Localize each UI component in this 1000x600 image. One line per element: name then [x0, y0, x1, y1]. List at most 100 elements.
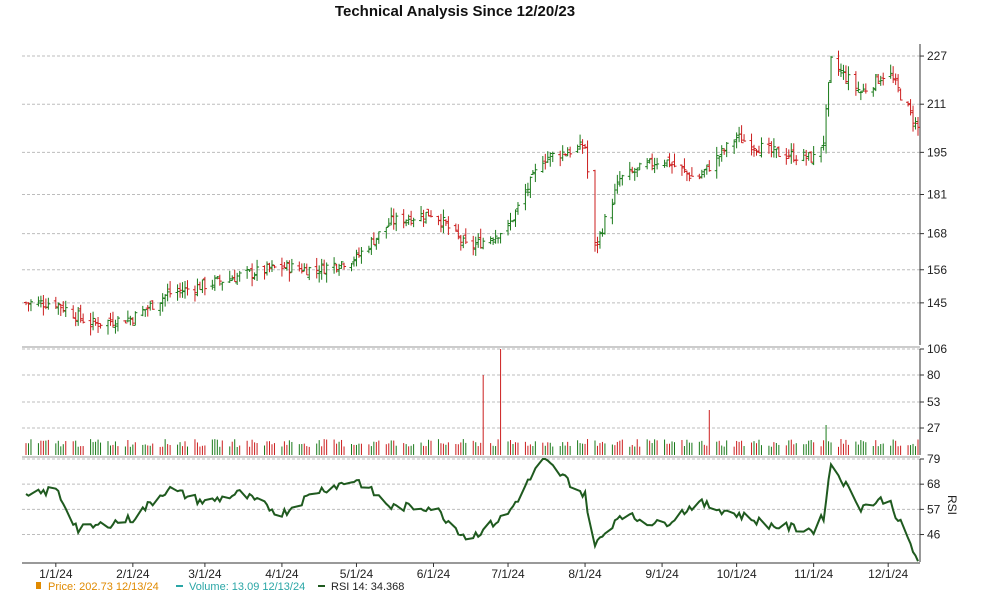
price-bar — [724, 141, 729, 158]
price-bar — [235, 272, 240, 285]
price-bar — [916, 116, 920, 136]
price-bar — [620, 174, 625, 186]
price-bar — [856, 81, 861, 93]
price-bar — [354, 249, 359, 267]
price-bar — [789, 143, 794, 164]
price-bar — [461, 235, 466, 249]
price-bar — [165, 283, 170, 302]
price-bar — [806, 152, 811, 161]
price-bar — [150, 300, 155, 310]
price-bar — [786, 149, 791, 160]
price-bar — [647, 158, 652, 164]
price-bar — [645, 158, 650, 170]
price-bar — [237, 270, 242, 282]
price-bar — [473, 236, 478, 256]
price-bar — [650, 153, 655, 171]
price-bar — [682, 158, 687, 173]
price-bar — [324, 262, 329, 283]
price-bar — [794, 155, 799, 166]
price-bar — [369, 237, 374, 255]
price-bar — [230, 275, 235, 282]
price-bar — [183, 281, 188, 299]
price-bar — [71, 305, 76, 319]
price-bar — [287, 260, 292, 282]
price-tick-label: 195 — [927, 145, 947, 159]
price-bar — [351, 256, 356, 267]
price-bar — [662, 159, 667, 168]
price-bar — [540, 156, 545, 173]
price-bar — [776, 146, 781, 157]
price-bar — [548, 152, 553, 167]
price-bar — [476, 233, 481, 248]
price-bar — [247, 269, 252, 272]
x-tick-label: 9/1/24 — [645, 567, 679, 581]
volume-grid — [22, 346, 920, 429]
price-bar — [145, 305, 150, 317]
price-bar — [200, 279, 205, 294]
x-tick-label: 7/1/24 — [491, 567, 525, 581]
price-bar — [384, 226, 389, 239]
price-bar — [759, 137, 764, 158]
volume-tick-label: 80 — [927, 368, 941, 382]
x-tick-label: 5/1/24 — [340, 567, 374, 581]
price-bar — [115, 316, 120, 332]
price-bar — [391, 208, 396, 230]
price-bar — [580, 139, 585, 154]
volume-legend: Volume: 13.09 12/13/24 — [189, 581, 305, 593]
price-bar — [829, 55, 834, 84]
price-tick-label: 211 — [927, 97, 946, 111]
price-candles — [24, 50, 920, 336]
price-bar — [858, 90, 863, 101]
x-tick-label: 10/1/24 — [717, 567, 757, 581]
price-tick-label: 168 — [927, 227, 947, 241]
price-bar — [192, 285, 197, 302]
price-bar — [732, 139, 737, 154]
price-bar — [342, 262, 347, 270]
price-bar — [463, 228, 468, 245]
price-bar — [371, 232, 376, 246]
price-bar — [197, 281, 202, 291]
technical-analysis-chart: Technical Analysis Since 12/20/23 145 156… — [22, 3, 959, 593]
price-bar — [863, 83, 868, 94]
price-bar — [73, 312, 78, 327]
price-bar — [819, 146, 824, 163]
price-bar — [299, 263, 304, 274]
price-bar — [282, 262, 287, 269]
price-bar — [424, 211, 429, 224]
price-bar — [438, 213, 443, 233]
price-bar — [322, 259, 327, 274]
volume-tick-label: 106 — [927, 342, 947, 356]
price-bar — [394, 212, 399, 232]
price-bar — [558, 150, 563, 167]
price-bar — [409, 210, 414, 226]
price-bar — [478, 228, 483, 249]
price-tick-label: 145 — [927, 296, 947, 310]
price-bar — [871, 87, 876, 97]
price-bar — [670, 161, 675, 174]
price-bar — [876, 74, 881, 84]
price-bar — [771, 138, 776, 158]
price-bar — [41, 295, 46, 316]
price-bar — [289, 258, 294, 273]
x-axis: 1/1/24 2/1/24 3/1/24 4/1/24 5/1/24 6/1/24 7/1/… — [22, 562, 920, 581]
price-bar — [220, 281, 225, 291]
price-axis: 145 156 168 181 195 211 227 — [919, 44, 947, 345]
rsi-axis-label: RSI — [945, 495, 959, 515]
price-bar — [498, 232, 503, 244]
x-tick-label: 6/1/24 — [417, 567, 451, 581]
price-bar — [255, 259, 260, 281]
price-legend-swatch — [36, 582, 41, 589]
price-bar — [719, 145, 724, 162]
price-bar — [421, 209, 426, 227]
price-bar — [689, 167, 694, 177]
rsi-tick-label: 79 — [927, 452, 941, 466]
price-bar — [769, 141, 774, 158]
price-bar — [655, 157, 660, 170]
price-bar — [419, 206, 424, 222]
price-tick-label: 227 — [927, 49, 947, 63]
price-bar — [560, 145, 565, 162]
price-bar — [284, 260, 289, 271]
price-bar — [911, 105, 916, 132]
price-bar — [232, 269, 237, 283]
price-bar — [401, 209, 406, 229]
